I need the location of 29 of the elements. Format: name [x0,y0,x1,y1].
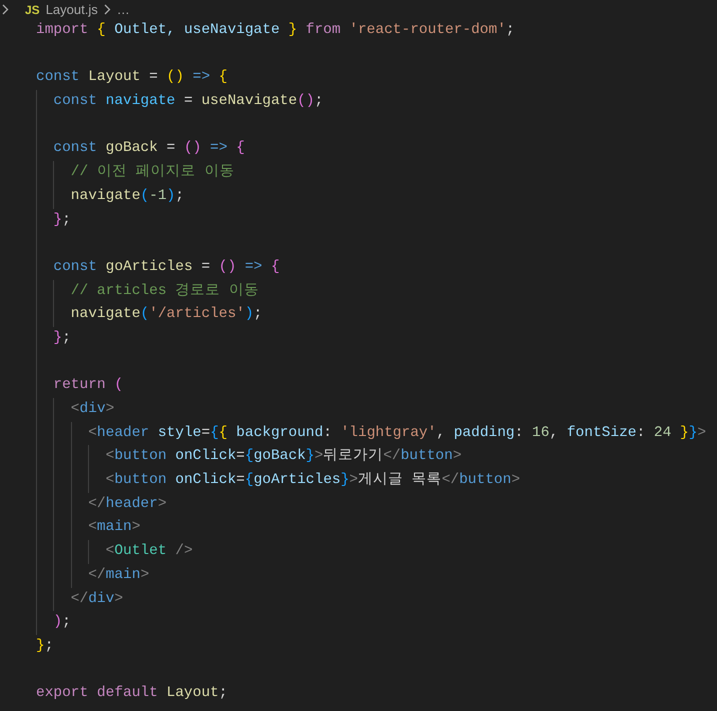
code-line: // articles 경로로 이동 [70,282,259,299]
code-line: </main> [87,566,150,583]
code-line: <main> [87,519,140,536]
code-line: import { Outlet, useNavigate } from 'react-router-dom'; [36,22,515,38]
code-line: const goBack = () => { [52,140,245,156]
breadcrumb-file-name[interactable]: Layout.js [46,3,98,16]
code-line: <Outlet /> [104,543,193,560]
chevron-right-icon [104,4,111,15]
code-line: }; [36,638,54,654]
code-line: const goArticles = () => { [52,258,280,275]
code-line: }; [52,330,71,346]
code-line: </header> [87,496,167,512]
file-type-label: JS [25,4,40,16]
breadcrumb-more[interactable]: … [116,3,130,16]
code-line: return ( [52,377,124,394]
code-line: navigate('/articles'); [70,306,262,322]
code-line: </div> [70,590,124,606]
code-line: <div> [70,401,114,417]
code-line: <header style={{ background: 'lightgray', padding: 16, fontSize: 24 }}> [87,424,706,441]
code-line: <button onClick={goArticles}>게시글 목록</button> [104,472,520,488]
code-line: const navigate = useNavigate(); [52,93,324,110]
code-line: const Layout = () => { [36,69,228,86]
code-line: navigate(-1); [70,188,184,204]
chevron-right-icon [2,4,9,15]
code-line: ); [52,614,71,630]
code-line: // 이전 페이지로 이동 [70,164,234,180]
code-line: <button onClick={goBack}>뒤로가기</button> [104,448,462,464]
code-line: }; [52,212,71,228]
code-line: export default Layout; [36,685,228,702]
